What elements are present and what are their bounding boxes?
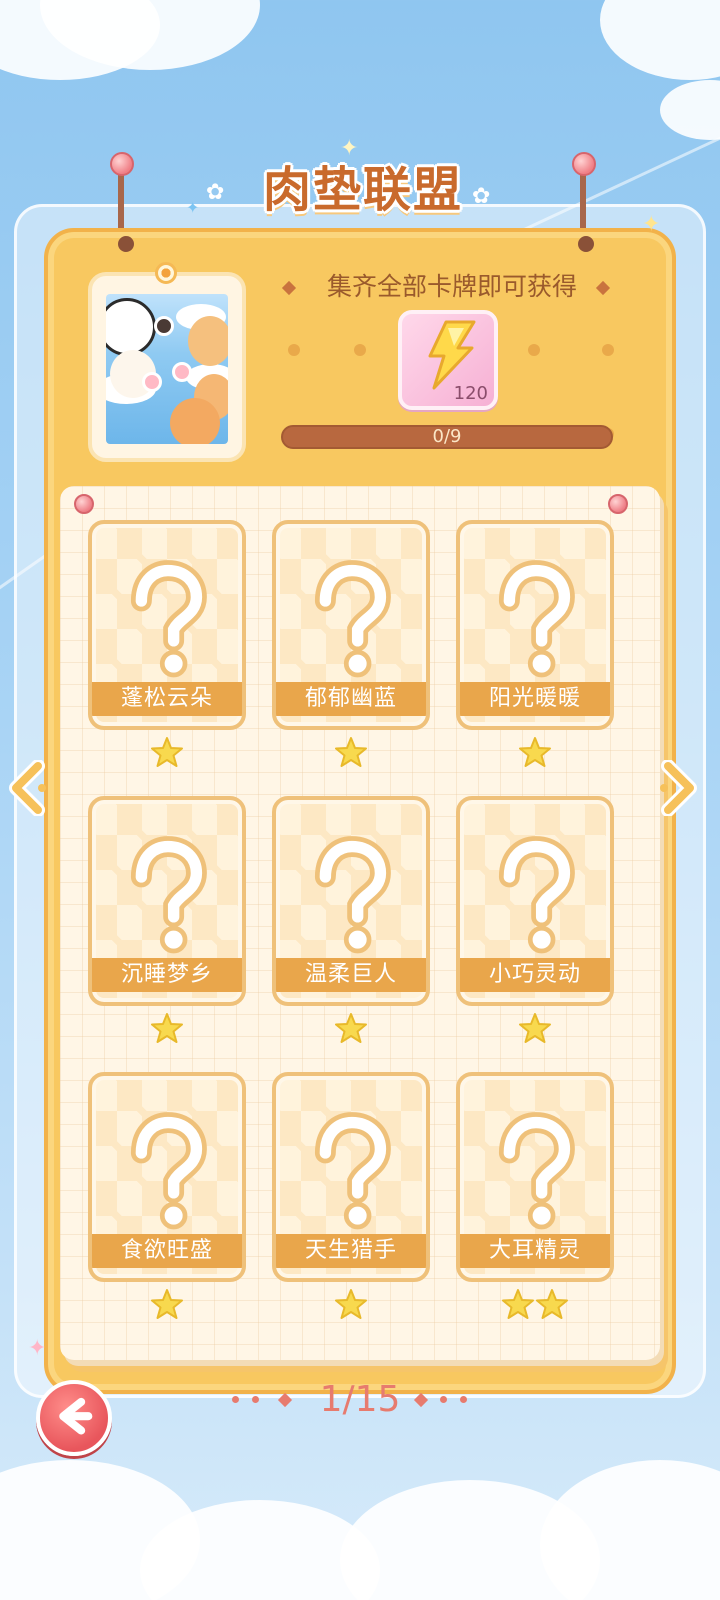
card-star-rating bbox=[272, 1012, 430, 1044]
star-icon bbox=[502, 1289, 534, 1319]
collection-cover-card[interactable] bbox=[88, 272, 246, 462]
sparkle-icon: ✦ bbox=[186, 198, 200, 217]
collection-card[interactable]: 沉睡梦乡 bbox=[88, 796, 246, 1006]
sparkle-icon: ✦ bbox=[340, 136, 359, 161]
star-icon bbox=[519, 737, 551, 767]
pager-dot bbox=[460, 1396, 467, 1403]
question-mark-icon bbox=[498, 836, 575, 954]
star-icon bbox=[335, 737, 367, 767]
question-mark-icon bbox=[130, 560, 207, 678]
star-icon bbox=[151, 737, 183, 767]
pin-icon bbox=[608, 494, 628, 514]
star-icon bbox=[519, 1013, 551, 1043]
card-name: 郁郁幽蓝 bbox=[276, 682, 426, 716]
card-star-rating bbox=[456, 1288, 614, 1320]
prev-page-arrow-icon[interactable] bbox=[6, 760, 54, 816]
collection-card[interactable]: 蓬松云朵 bbox=[88, 520, 246, 730]
card-name: 阳光暖暖 bbox=[460, 682, 610, 716]
card-star-rating bbox=[272, 736, 430, 768]
question-mark-icon bbox=[130, 1112, 207, 1230]
pin-icon bbox=[74, 494, 94, 514]
pin-icon bbox=[572, 152, 596, 176]
flower-icon: ✿ bbox=[206, 180, 225, 205]
collection-card[interactable]: 温柔巨人 bbox=[272, 796, 430, 1006]
page-title: 肉垫联盟 bbox=[262, 162, 463, 218]
progress-text: 0/9 bbox=[432, 426, 462, 447]
flower-icon: ✿ bbox=[472, 184, 491, 209]
back-arrow-icon bbox=[59, 1397, 93, 1435]
question-mark-icon bbox=[314, 836, 391, 954]
pager-dot bbox=[440, 1396, 447, 1403]
star-icon bbox=[536, 1289, 568, 1319]
back-button[interactable] bbox=[36, 1380, 112, 1456]
card-hole bbox=[155, 262, 177, 284]
next-page-arrow-icon[interactable] bbox=[652, 760, 700, 816]
reward-caption: 集齐全部卡牌即可获得 bbox=[326, 272, 577, 301]
card-star-rating bbox=[456, 1012, 614, 1044]
card-star-rating bbox=[88, 1012, 246, 1044]
card-star-rating bbox=[456, 736, 614, 768]
card-star-rating bbox=[88, 736, 246, 768]
collection-card[interactable]: 郁郁幽蓝 bbox=[272, 520, 430, 730]
star-icon bbox=[151, 1289, 183, 1319]
question-mark-icon bbox=[130, 836, 207, 954]
card-name: 大耳精灵 bbox=[460, 1234, 610, 1268]
reward-item[interactable]: 120 bbox=[398, 310, 498, 410]
question-mark-icon bbox=[314, 1112, 391, 1230]
sparkle-icon: ✦ bbox=[642, 212, 661, 237]
collection-progress-bar: 0/9 bbox=[281, 425, 613, 449]
reward-count: 120 bbox=[453, 383, 488, 404]
star-icon bbox=[335, 1289, 367, 1319]
question-mark-icon bbox=[314, 560, 391, 678]
cats-paws-illustration bbox=[106, 294, 228, 444]
card-star-rating bbox=[88, 1288, 246, 1320]
card-name: 天生猎手 bbox=[276, 1234, 426, 1268]
star-icon bbox=[335, 1013, 367, 1043]
question-mark-icon bbox=[498, 560, 575, 678]
sparkle-icon: ✦ bbox=[28, 1336, 47, 1361]
card-star-rating bbox=[272, 1288, 430, 1320]
page-indicator: 1/15 bbox=[319, 1379, 401, 1420]
card-name: 蓬松云朵 bbox=[92, 682, 242, 716]
collection-card[interactable]: 大耳精灵 bbox=[456, 1072, 614, 1282]
collection-card[interactable]: 阳光暖暖 bbox=[456, 520, 614, 730]
card-name: 温柔巨人 bbox=[276, 958, 426, 992]
card-name: 小巧灵动 bbox=[460, 958, 610, 992]
card-name: 食欲旺盛 bbox=[92, 1234, 242, 1268]
question-mark-icon bbox=[498, 1112, 575, 1230]
star-icon bbox=[151, 1013, 183, 1043]
collection-card[interactable]: 小巧灵动 bbox=[456, 796, 614, 1006]
card-name: 沉睡梦乡 bbox=[92, 958, 242, 992]
pin-icon bbox=[110, 152, 134, 176]
collection-card[interactable]: 天生猎手 bbox=[272, 1072, 430, 1282]
lightning-bolt-icon bbox=[428, 320, 476, 390]
collection-card[interactable]: 食欲旺盛 bbox=[88, 1072, 246, 1282]
